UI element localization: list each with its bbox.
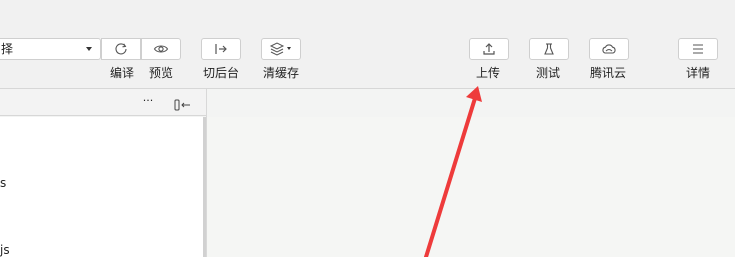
test-label: 测试 (536, 66, 561, 80)
layers-icon (269, 42, 293, 56)
test-button[interactable] (529, 38, 569, 60)
switch-backend-icon (213, 43, 229, 55)
eye-icon (153, 43, 169, 55)
file-name-fragment[interactable]: s (0, 176, 6, 190)
upload-button[interactable] (469, 38, 509, 60)
preview-button[interactable] (141, 38, 181, 60)
file-panel-header: ··· (0, 89, 206, 116)
clear-cache-label: 清缓存 (263, 66, 300, 80)
tencent-cloud-button[interactable] (589, 38, 629, 60)
compile-button[interactable] (101, 38, 141, 60)
upload-label: 上传 (476, 66, 501, 80)
details-button[interactable] (678, 38, 718, 60)
flask-icon (542, 42, 556, 56)
upload-icon (482, 42, 496, 56)
more-options-button[interactable]: ··· (141, 95, 155, 107)
refresh-icon (114, 42, 128, 56)
menu-icon (692, 44, 704, 54)
details-label: 详情 (686, 66, 711, 80)
switch-backend-label: 切后台 (203, 66, 240, 80)
compile-mode-value: 择 (1, 42, 14, 56)
compile-label: 编译 (110, 66, 135, 80)
toolbar: 择 编译 预览 切后台 清缓存 上传 测试 腾讯云 详情 (0, 0, 735, 89)
collapse-panel-icon[interactable] (174, 96, 192, 111)
clear-cache-button[interactable] (261, 38, 301, 60)
chevron-down-icon (86, 47, 92, 51)
tencent-cloud-label: 腾讯云 (590, 66, 627, 80)
file-name-fragment[interactable]: js (0, 243, 10, 257)
compile-mode-select[interactable]: 择 (0, 38, 101, 60)
file-tree-panel: s js (0, 117, 203, 257)
editor-panel (207, 117, 735, 257)
preview-label: 预览 (149, 66, 174, 80)
switch-backend-button[interactable] (201, 38, 241, 60)
cloud-icon (601, 43, 617, 55)
